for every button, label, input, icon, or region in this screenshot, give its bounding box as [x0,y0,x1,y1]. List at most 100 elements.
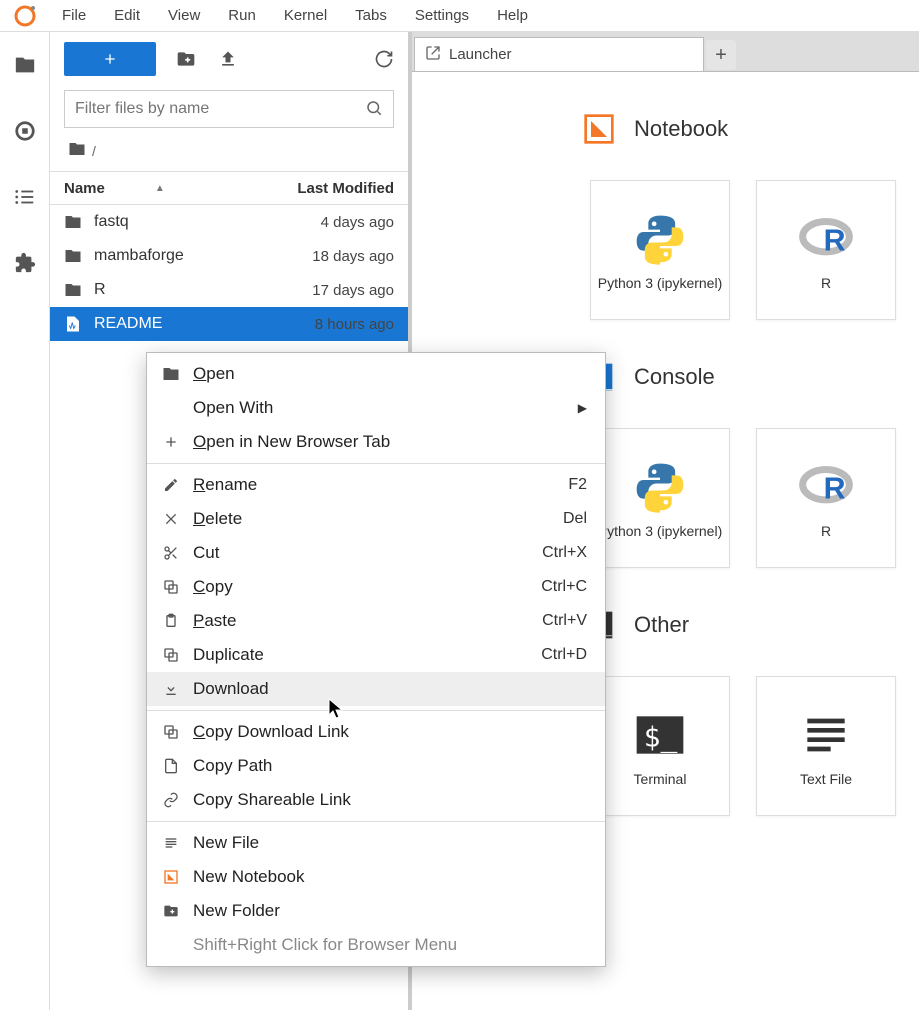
card-console-r[interactable]: R R [756,428,896,568]
menu-view[interactable]: View [154,0,214,32]
jupyter-logo-icon [12,3,38,29]
text-file-icon [796,705,856,765]
file-name: fastq [94,213,321,231]
menu-settings[interactable]: Settings [401,0,483,32]
cm-open-with[interactable]: Open With ▶ [147,391,605,425]
cm-paste[interactable]: Paste Ctrl+V [147,604,605,638]
menu-tabs[interactable]: Tabs [341,0,401,32]
cm-shortcut: Del [563,510,587,528]
tab-launcher[interactable]: Launcher [414,37,704,71]
file-row[interactable]: README8 hours ago [50,307,408,341]
card-label: Text File [796,771,856,788]
toc-tab-icon[interactable] [10,182,40,212]
file-modified: 8 hours ago [315,316,394,333]
new-launcher-button[interactable] [64,42,156,76]
col-modified-label[interactable]: Last Modified [297,180,394,197]
new-folder-icon[interactable] [174,47,198,71]
launcher-other-label: Other [634,612,689,638]
card-label: Python 3 (ipykernel) [594,523,727,540]
breadcrumb[interactable]: / [50,134,408,171]
file-row[interactable]: R17 days ago [50,273,408,307]
cm-shortcut: Ctrl+D [541,646,587,664]
cm-new-folder[interactable]: New Folder [147,894,605,928]
terminal-icon: $_ [630,705,690,765]
notebook-icon [161,867,181,887]
file-name: mambaforge [94,247,312,265]
cm-download[interactable]: Download [147,672,605,706]
card-notebook-python[interactable]: Python 3 (ipykernel) [590,180,730,320]
add-tab-button[interactable]: + [706,40,736,70]
file-row[interactable]: mambaforge18 days ago [50,239,408,273]
duplicate-icon [161,645,181,665]
cm-shortcut: F2 [568,476,587,494]
card-label: R [817,275,835,292]
tab-bar: Launcher + [412,32,919,72]
card-terminal[interactable]: $_ Terminal [590,676,730,816]
tab-launcher-label: Launcher [449,46,512,63]
card-console-python[interactable]: Python 3 (ipykernel) [590,428,730,568]
pencil-icon [161,475,181,495]
markdown-icon [64,315,86,333]
card-label: Python 3 (ipykernel) [594,275,727,292]
menu-kernel[interactable]: Kernel [270,0,341,32]
launcher-notebook-section: Notebook Python 3 (ipykernel) R R [412,112,919,320]
cm-copy-path[interactable]: Copy Path [147,749,605,783]
new-folder-icon [161,901,181,921]
file-filter[interactable] [64,90,394,128]
cm-copy-shareable[interactable]: Copy Shareable Link [147,783,605,817]
download-icon [161,679,181,699]
card-text-file[interactable]: Text File [756,676,896,816]
cm-new-file[interactable]: New File [147,826,605,860]
launcher-tab-icon [425,45,441,65]
cm-shortcut: Ctrl+C [541,578,587,596]
running-tab-icon[interactable] [10,116,40,146]
cm-new-notebook[interactable]: New Notebook [147,860,605,894]
python-icon [630,457,690,517]
launcher-console-label: Console [634,364,715,390]
file-browser-tab-icon[interactable] [10,50,40,80]
folder-icon [68,140,86,161]
file-list-header: Name ▲ Last Modified [50,171,408,205]
breadcrumb-root[interactable]: / [92,143,96,159]
cm-duplicate[interactable]: Duplicate Ctrl+D [147,638,605,672]
notebook-section-icon [582,112,616,146]
separator [147,710,605,711]
menu-edit[interactable]: Edit [100,0,154,32]
extensions-tab-icon[interactable] [10,248,40,278]
copy-icon [161,577,181,597]
sort-asc-icon: ▲ [155,183,165,194]
svg-text:R: R [824,472,846,505]
file-browser-toolbar [50,32,408,82]
separator [147,463,605,464]
clipboard-icon [161,611,181,631]
cm-open-new-tab[interactable]: Open in New Browser Tab [147,425,605,459]
file-filter-input[interactable] [75,100,365,118]
scissors-icon [161,543,181,563]
cm-rename[interactable]: Rename F2 [147,468,605,502]
card-notebook-r[interactable]: R R [756,180,896,320]
file-row[interactable]: fastq4 days ago [50,205,408,239]
cm-copy-download-link[interactable]: Copy Download Link [147,715,605,749]
plus-icon [161,432,181,452]
menu-help[interactable]: Help [483,0,542,32]
file-modified: 17 days ago [312,282,394,299]
cm-copy[interactable]: Copy Ctrl+C [147,570,605,604]
menu-file[interactable]: File [48,0,100,32]
file-name: README [94,315,315,333]
file-modified: 4 days ago [321,214,394,231]
col-name-label[interactable]: Name [64,180,105,197]
search-icon [365,99,383,120]
context-menu: Open Open With ▶ Open in New Browser Tab… [146,352,606,967]
refresh-icon[interactable] [372,47,396,71]
svg-text:$_: $_ [644,720,678,754]
chevron-right-icon: ▶ [578,401,587,415]
cm-open[interactable]: Open [147,357,605,391]
menu-run[interactable]: Run [214,0,270,32]
menubar: File Edit View Run Kernel Tabs Settings … [0,0,919,32]
cm-info: Shift+Right Click for Browser Menu [147,928,605,962]
separator [147,821,605,822]
upload-icon[interactable] [216,47,240,71]
text-lines-icon [161,833,181,853]
cm-cut[interactable]: Cut Ctrl+X [147,536,605,570]
cm-delete[interactable]: Delete Del [147,502,605,536]
